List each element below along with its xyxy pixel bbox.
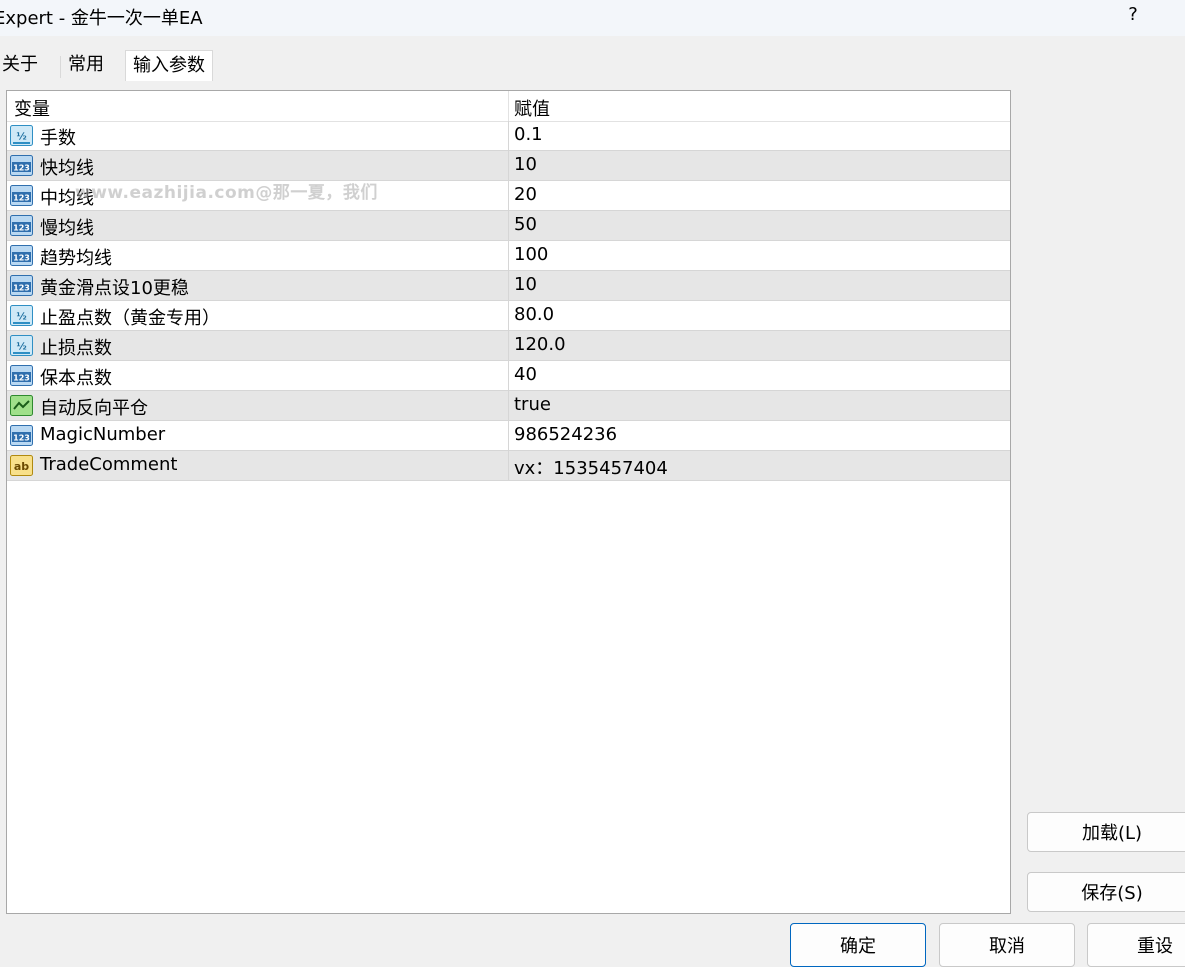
parameters-grid: 变量 赋值 ½ 手数 0.1 123 快均线 10 123 中均线 20 123 慢均线 50 123 趋… — [6, 90, 1011, 914]
variable-value[interactable]: 10 — [514, 274, 537, 295]
table-row[interactable]: 123 中均线 20 — [7, 181, 1010, 211]
svg-text:123: 123 — [13, 433, 30, 442]
column-divider — [508, 391, 509, 421]
header-divider — [508, 91, 509, 121]
window-title: Expert - 金牛一次一单EA — [0, 8, 203, 29]
svg-text:123: 123 — [13, 253, 30, 262]
column-divider — [508, 181, 509, 211]
table-row[interactable]: 123 黄金滑点设10更稳 10 — [7, 271, 1010, 301]
column-divider — [508, 241, 509, 271]
column-divider — [508, 121, 509, 151]
table-row[interactable]: 自动反向平仓 true — [7, 391, 1010, 421]
svg-text:½: ½ — [16, 132, 26, 143]
tab-inputs[interactable]: 输入参数 — [125, 50, 213, 81]
svg-text:123: 123 — [13, 373, 30, 382]
variable-value[interactable]: 986524236 — [514, 424, 617, 445]
integer-icon: 123 — [10, 275, 33, 296]
variable-value[interactable]: 20 — [514, 184, 537, 205]
column-divider — [508, 451, 509, 481]
column-divider — [508, 421, 509, 451]
table-row[interactable]: 123 MagicNumber 986524236 — [7, 421, 1010, 451]
header-variable[interactable]: 变量 — [14, 95, 50, 121]
variable-name: 止损点数 — [40, 338, 112, 359]
double-icon: ½ — [10, 335, 33, 356]
variable-name: 慢均线 — [40, 218, 94, 239]
load-button[interactable]: 加载(L) — [1027, 812, 1185, 852]
variable-name: 止盈点数（黄金专用） — [40, 308, 220, 329]
column-divider — [508, 271, 509, 301]
ok-button[interactable]: 确定 — [790, 923, 926, 967]
table-row[interactable]: ½ 止盈点数（黄金专用） 80.0 — [7, 301, 1010, 331]
variable-name: TradeComment — [40, 454, 178, 475]
svg-text:ab: ab — [14, 460, 29, 473]
variable-value[interactable]: 120.0 — [514, 334, 566, 355]
variable-value[interactable]: 80.0 — [514, 304, 554, 325]
table-row[interactable]: ab TradeComment vx：1535457404 — [7, 451, 1010, 481]
svg-text:123: 123 — [13, 163, 30, 172]
table-row[interactable]: 123 保本点数 40 — [7, 361, 1010, 391]
variable-value[interactable]: vx：1535457404 — [514, 454, 668, 480]
variable-name: 黄金滑点设10更稳 — [40, 278, 189, 299]
variable-name: 快均线 — [40, 158, 94, 179]
variable-name: 自动反向平仓 — [40, 398, 148, 419]
variable-value[interactable]: 0.1 — [514, 124, 543, 145]
save-button[interactable]: 保存(S) — [1027, 872, 1185, 912]
svg-text:½: ½ — [16, 312, 26, 323]
table-row[interactable]: 123 趋势均线 100 — [7, 241, 1010, 271]
variable-name: 趋势均线 — [40, 248, 112, 269]
variable-value[interactable]: 10 — [514, 154, 537, 175]
integer-icon: 123 — [10, 215, 33, 236]
column-divider — [508, 151, 509, 181]
bool-icon — [10, 395, 33, 416]
table-row[interactable]: ½ 止损点数 120.0 — [7, 331, 1010, 361]
double-icon: ½ — [10, 305, 33, 326]
svg-text:123: 123 — [13, 193, 30, 202]
tab-separator — [60, 56, 61, 78]
svg-text:123: 123 — [13, 283, 30, 292]
table-row[interactable]: 123 快均线 10 — [7, 151, 1010, 181]
integer-icon: 123 — [10, 155, 33, 176]
reset-button[interactable]: 重设 — [1087, 923, 1185, 967]
column-divider — [508, 211, 509, 241]
variable-value[interactable]: true — [514, 394, 551, 415]
title-bar: Expert - 金牛一次一单EA ? — [0, 0, 1185, 36]
table-row[interactable]: 123 慢均线 50 — [7, 211, 1010, 241]
svg-text:123: 123 — [13, 223, 30, 232]
help-button[interactable]: ? — [1125, 4, 1141, 25]
svg-text:½: ½ — [16, 342, 26, 353]
variable-name: 中均线 — [40, 188, 94, 209]
string-icon: ab — [10, 455, 33, 476]
integer-icon: 123 — [10, 365, 33, 386]
double-icon: ½ — [10, 125, 33, 146]
table-row[interactable]: ½ 手数 0.1 — [7, 121, 1010, 151]
grid-rows: ½ 手数 0.1 123 快均线 10 123 中均线 20 123 慢均线 50 123 趋势均线 100… — [7, 121, 1010, 481]
column-divider — [508, 361, 509, 391]
tab-about[interactable]: 关于 — [2, 50, 38, 80]
variable-value[interactable]: 100 — [514, 244, 548, 265]
integer-icon: 123 — [10, 185, 33, 206]
cancel-button[interactable]: 取消 — [939, 923, 1075, 967]
variable-value[interactable]: 40 — [514, 364, 537, 385]
column-divider — [508, 301, 509, 331]
variable-name: 手数 — [40, 128, 76, 149]
integer-icon: 123 — [10, 425, 33, 446]
integer-icon: 123 — [10, 245, 33, 266]
variable-name: 保本点数 — [40, 368, 112, 389]
grid-header: 变量 赋值 — [7, 91, 1010, 122]
variable-value[interactable]: 50 — [514, 214, 537, 235]
column-divider — [508, 331, 509, 361]
variable-name: MagicNumber — [40, 424, 166, 445]
tab-common[interactable]: 常用 — [68, 50, 104, 80]
header-value[interactable]: 赋值 — [514, 95, 550, 121]
